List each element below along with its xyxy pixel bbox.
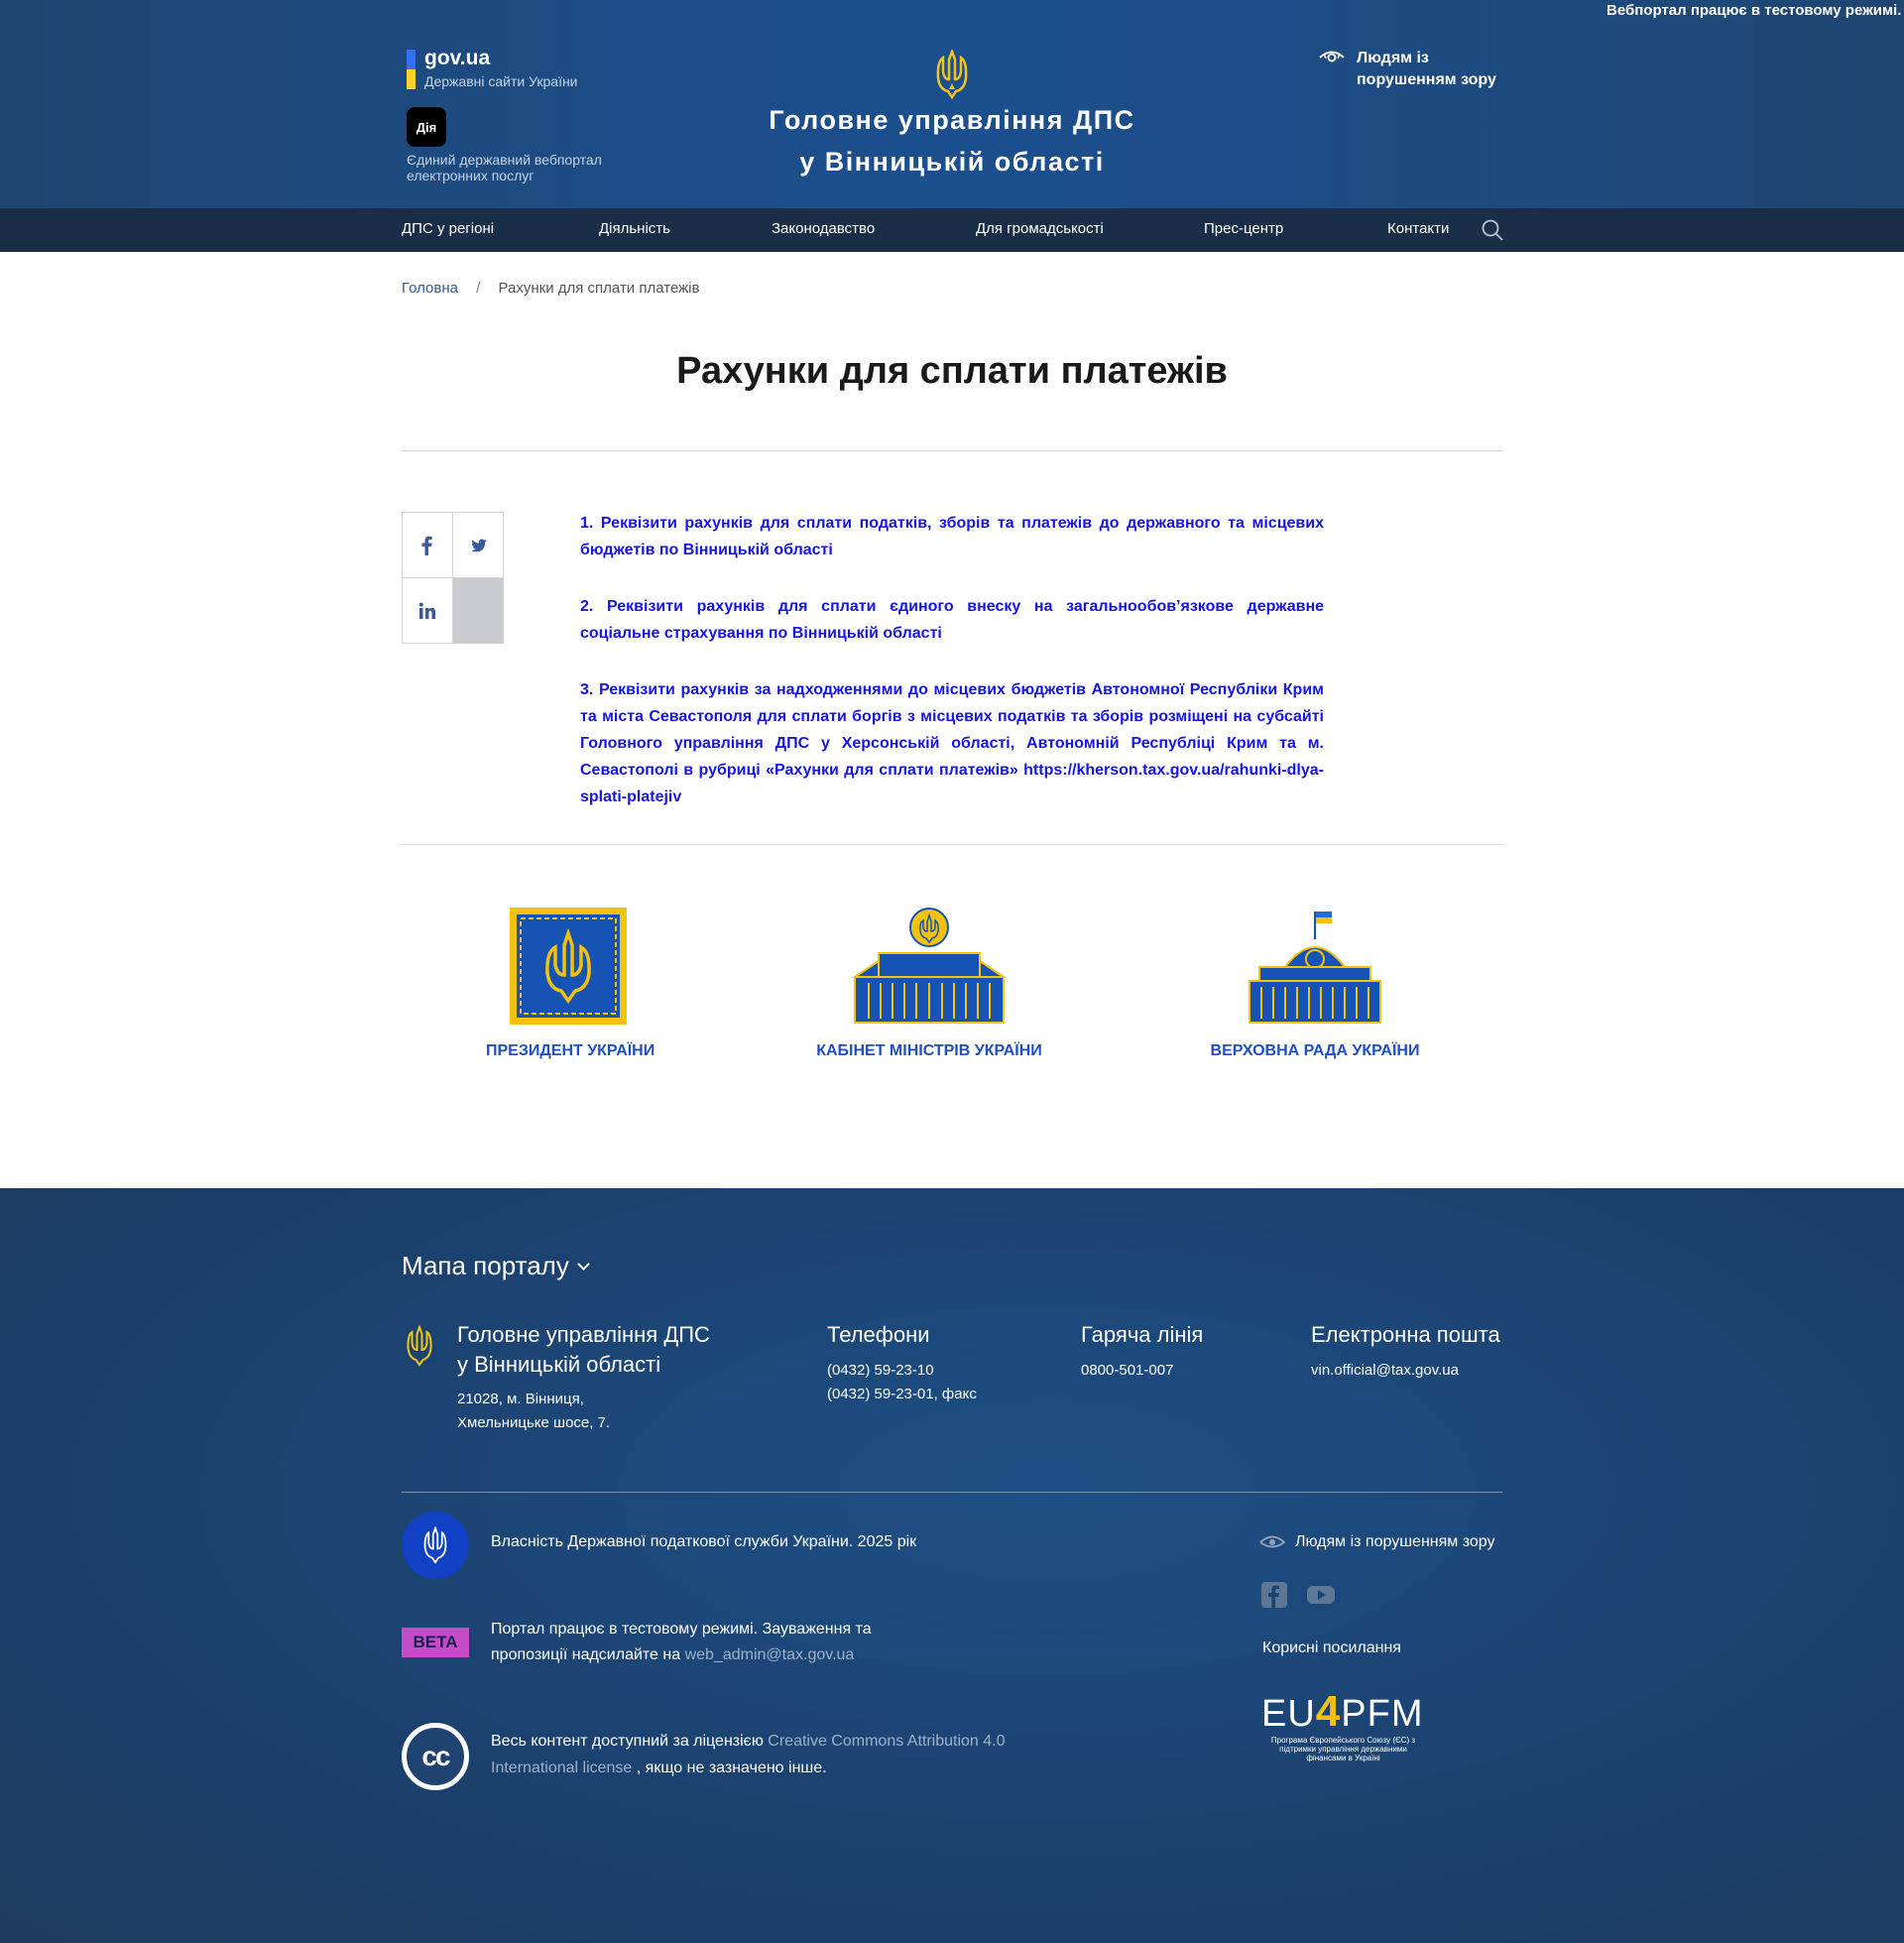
- rada-building-icon: [1249, 911, 1381, 1024]
- breadcrumb-home[interactable]: Головна: [402, 280, 458, 297]
- youtube-icon[interactable]: [1307, 1582, 1335, 1613]
- facebook-icon[interactable]: [1261, 1582, 1287, 1613]
- twitter-icon: [470, 539, 487, 551]
- org-label-president: ПРЕЗИДЕНТ УКРАЇНИ: [486, 1042, 655, 1059]
- main-nav: ДПС у регіоні Діяльність Законодавство Д…: [0, 208, 1904, 252]
- share-facebook-button[interactable]: [403, 513, 453, 578]
- share-empty-cell: [453, 578, 504, 644]
- share-buttons: [402, 512, 504, 644]
- govua-title: gov.ua: [424, 47, 491, 69]
- diia-text[interactable]: Єдиний державний вебпортал електронних п…: [407, 152, 635, 183]
- trident-icon: [936, 50, 968, 99]
- creative-commons-icon: cc: [402, 1723, 469, 1790]
- divider: [402, 844, 1502, 845]
- hotline-title: Гаряча лінія: [1081, 1322, 1204, 1347]
- org-link-rada[interactable]: ВЕРХОВНА РАДА УКРАЇНИ: [1210, 908, 1420, 1060]
- email-link[interactable]: vin.official@tax.gov.ua: [1311, 1359, 1459, 1383]
- eu4pfm-logo[interactable]: EU4PFM Програма Європейського Союзу (ЄС)…: [1261, 1690, 1430, 1763]
- footer-vision-link[interactable]: Людям із порушенням зору: [1259, 1533, 1495, 1551]
- site-header: Вебпортал працює в тестовому режимі. Зау…: [0, 0, 1904, 208]
- share-linkedin-button[interactable]: [403, 578, 453, 644]
- nav-item-legislation[interactable]: Законодавство: [772, 220, 875, 237]
- org-label-cabinet: КАБІНЕТ МІНІСТРІВ УКРАЇНИ: [816, 1042, 1042, 1059]
- nav-item-contacts[interactable]: Контакти: [1387, 220, 1449, 237]
- cabinet-building-icon: [851, 908, 1008, 1024]
- useful-links-title: Корисні посилання: [1262, 1639, 1401, 1656]
- beta-badge: BETA: [402, 1628, 469, 1657]
- facebook-icon: [421, 536, 432, 555]
- eye-icon: [1259, 1535, 1285, 1548]
- social-links: [1261, 1582, 1355, 1613]
- page-title: Рахунки для сплати платежів: [676, 350, 1228, 392]
- admin-email-link[interactable]: web_admin@tax.gov.ua: [685, 1646, 855, 1663]
- content-link-2[interactable]: 2. Реквізити рахунків для сплати єдиного…: [580, 593, 1324, 647]
- govua-link[interactable]: gov.ua Державні сайти України: [407, 47, 578, 89]
- phones-list: (0432) 59-23-10 (0432) 59-23-01, факс: [827, 1359, 977, 1406]
- trident-icon: [407, 1325, 432, 1367]
- vision-impaired-link[interactable]: Людям із порушенням зору: [1319, 48, 1515, 91]
- hotline-number[interactable]: 0800-501-007: [1081, 1359, 1173, 1383]
- org-link-president[interactable]: ПРЕЗИДЕНТ УКРАЇНИ: [486, 908, 655, 1060]
- content-link-1[interactable]: 1. Реквізити рахунків для сплати податкі…: [580, 510, 1324, 563]
- breadcrumb-current: Рахунки для сплати платежів: [498, 280, 700, 297]
- divider: [402, 450, 1502, 451]
- footer-address: 21028, м. Вінниця, Хмельницьке шосе, 7.: [457, 1391, 611, 1431]
- share-twitter-button[interactable]: [453, 513, 504, 578]
- search-icon[interactable]: [1481, 218, 1504, 242]
- footer-divider: [402, 1492, 1502, 1493]
- eye-icon: [1319, 51, 1345, 62]
- nav-item-dps-region[interactable]: ДПС у регіоні: [402, 220, 494, 237]
- breadcrumb: Головна / Рахунки для сплати платежів: [402, 280, 699, 297]
- content-link-3[interactable]: 3. Реквізити рахунків за надходженнями д…: [580, 676, 1324, 810]
- ukraine-flag-icon: [407, 50, 416, 89]
- org-label-rada: ВЕРХОВНА РАДА УКРАЇНИ: [1210, 1042, 1420, 1059]
- president-emblem-icon: [509, 908, 627, 1025]
- email-title: Електронна пошта: [1311, 1322, 1500, 1347]
- chevron-down-icon: [576, 1258, 590, 1271]
- nav-item-press[interactable]: Прес-центр: [1204, 220, 1283, 237]
- property-text: Власність Державної податкової служби Ук…: [491, 1533, 917, 1550]
- linkedin-icon: [418, 602, 435, 619]
- phone-2[interactable]: (0432) 59-23-01, факс: [827, 1383, 977, 1406]
- beta-text: Портал працює в тестовому режимі. Зауваж…: [491, 1621, 872, 1663]
- license-text: Весь контент доступний за ліцензією Crea…: [491, 1733, 1006, 1776]
- site-footer: Мапа порталу Головне управління ДПС у Ві…: [0, 1188, 1904, 1943]
- test-mode-ticker: Вебпортал працює в тестовому режимі. Зау…: [1606, 2, 1904, 19]
- content-body: 1. Реквізити рахунків для сплати податкі…: [580, 510, 1324, 840]
- breadcrumb-separator: /: [476, 280, 481, 297]
- footer-org-name: Головне управління ДПС у Вінницькій обла…: [457, 1322, 710, 1377]
- nav-item-public[interactable]: Для громадськості: [976, 220, 1104, 237]
- govua-subtitle: Державні сайти України: [424, 73, 578, 89]
- diia-logo[interactable]: Дія: [407, 107, 446, 147]
- eu4pfm-caption: Програма Європейського Союзу (ЄС) з підт…: [1270, 1736, 1416, 1762]
- phones-title: Телефони: [827, 1322, 930, 1347]
- org-link-cabinet[interactable]: КАБІНЕТ МІНІСТРІВ УКРАЇНИ: [816, 908, 1042, 1060]
- phone-1[interactable]: (0432) 59-23-10: [827, 1359, 977, 1383]
- dps-logo: [402, 1512, 469, 1579]
- site-title[interactable]: Головне управління ДПС у Вінницькій обла…: [754, 99, 1150, 182]
- trident-icon: [423, 1526, 447, 1564]
- vision-label: Людям із порушенням зору: [1357, 50, 1496, 88]
- nav-item-activity[interactable]: Діяльність: [599, 220, 670, 237]
- portal-map-toggle[interactable]: Мапа порталу: [402, 1251, 590, 1281]
